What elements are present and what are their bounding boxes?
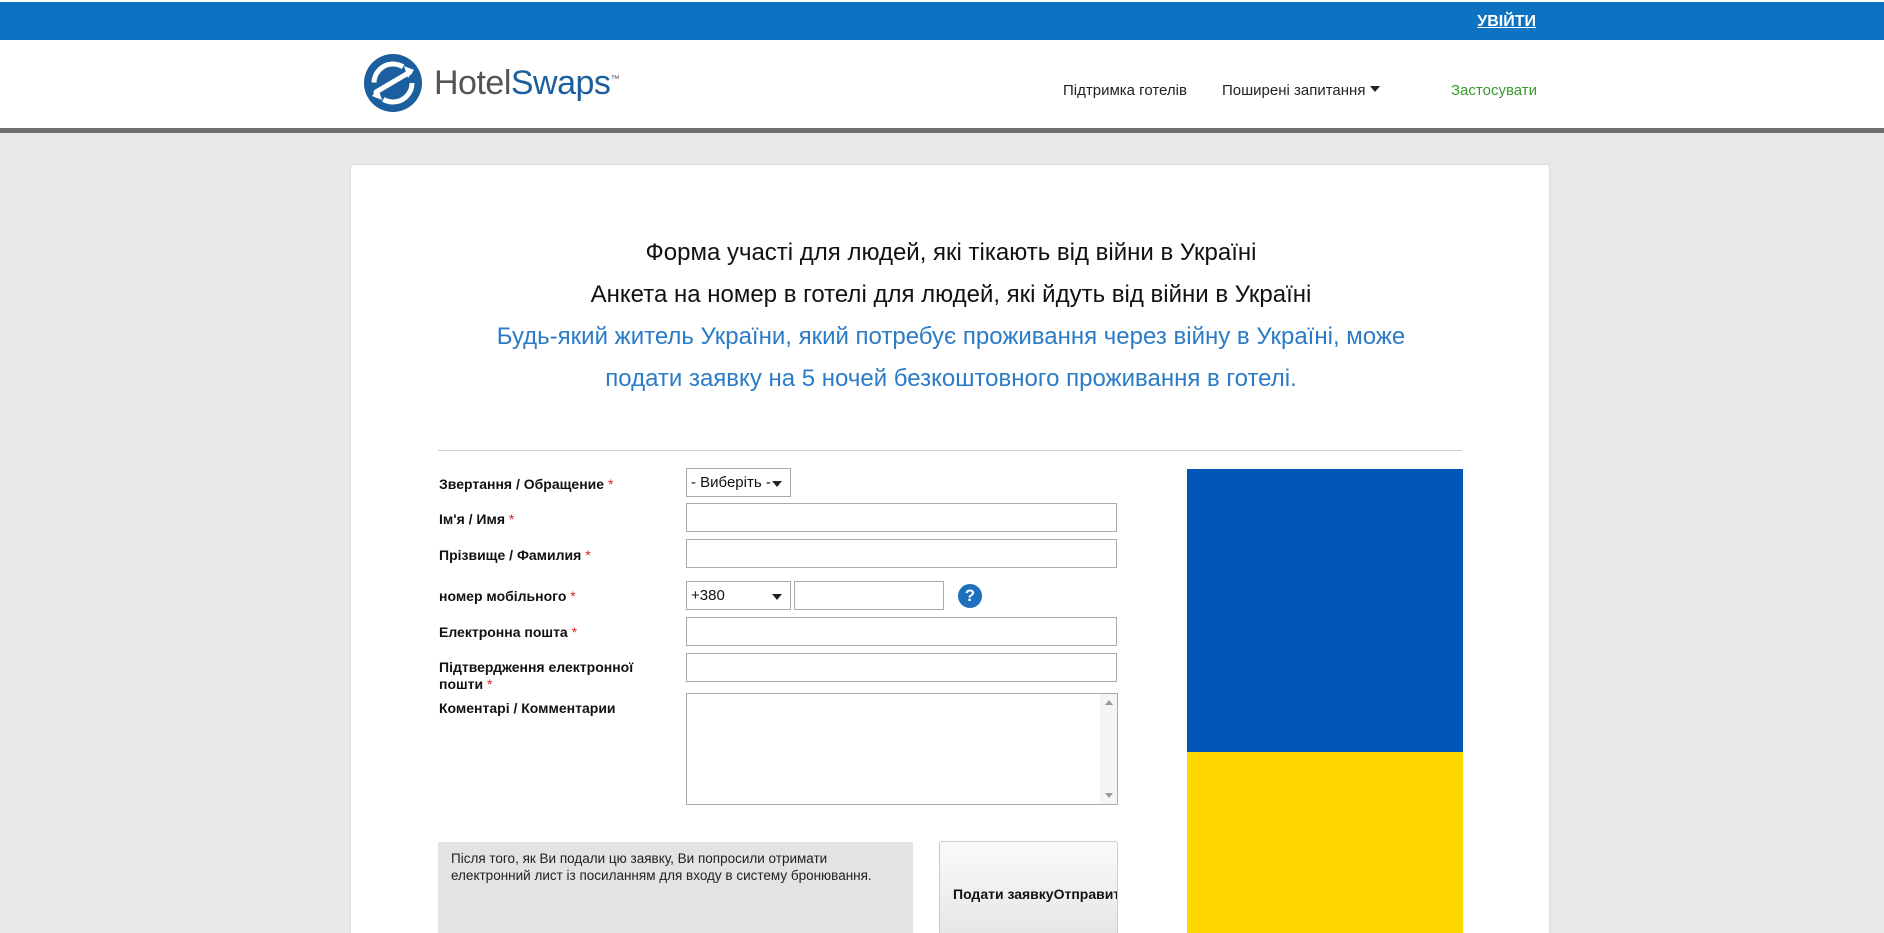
first-name-input[interactable] <box>686 503 1117 532</box>
email-label: Електронна пошта * <box>439 624 578 640</box>
comments-textarea[interactable] <box>686 693 1118 805</box>
scrollbar[interactable] <box>1100 694 1117 804</box>
help-icon[interactable]: ? <box>958 584 982 608</box>
form-title-secondary: Анкета на номер в готелі для людей, які … <box>590 281 1312 308</box>
email-input[interactable] <box>686 617 1117 646</box>
hotelswaps-logo-icon <box>364 54 422 112</box>
application-card: Форма участі для людей, які тікають від … <box>350 164 1550 933</box>
submit-button[interactable]: Подати заявкуОтправить <box>939 841 1118 933</box>
salutation-label: Звертання / Обращение * <box>439 476 614 492</box>
chevron-down-icon <box>772 594 782 600</box>
navbar: HotelSwaps™ Підтримка готелів Поширені з… <box>0 40 1884 133</box>
salutation-select[interactable]: - Виберіть - <box>686 468 791 497</box>
email-confirm-label: Підтвердження електронної пошти * <box>439 659 634 692</box>
brand-name: HotelSwaps™ <box>434 63 619 102</box>
form-subtitle: Будь-який житель України, який потребує … <box>496 323 1406 392</box>
ukraine-flag <box>1187 469 1463 933</box>
divider <box>438 450 1462 451</box>
country-code-select[interactable]: +380 <box>686 581 791 610</box>
nav-faq-dropdown[interactable]: Поширені запитання <box>1222 82 1381 99</box>
mobile-number-input[interactable] <box>794 581 944 610</box>
last-name-label: Прізвище / Фамилия * <box>439 547 591 563</box>
scroll-down-icon[interactable] <box>1105 793 1113 798</box>
mobile-label: номер мобільного * <box>439 588 576 604</box>
flag-yellow-stripe <box>1187 752 1463 933</box>
nav-hotel-support[interactable]: Підтримка готелів <box>1063 82 1187 99</box>
last-name-input[interactable] <box>686 539 1117 568</box>
flag-blue-stripe <box>1187 469 1463 752</box>
nav-apply[interactable]: Застосувати <box>1451 82 1537 99</box>
email-confirm-input[interactable] <box>686 653 1117 682</box>
top-bar: УВІЙТИ <box>0 0 1884 40</box>
comments-label: Коментарі / Комментарии <box>439 700 616 716</box>
logo[interactable]: HotelSwaps™ <box>362 52 619 114</box>
chevron-down-icon <box>772 481 782 487</box>
caret-down-icon <box>1370 86 1381 92</box>
form-title: Форма участі для людей, які тікають від … <box>645 239 1257 266</box>
scroll-up-icon[interactable] <box>1105 700 1113 705</box>
login-link[interactable]: УВІЙТИ <box>1477 13 1536 31</box>
first-name-label: Ім'я / Имя * <box>439 511 515 527</box>
submission-notice: Після того, як Ви подали цю заявку, Ви п… <box>438 842 913 933</box>
